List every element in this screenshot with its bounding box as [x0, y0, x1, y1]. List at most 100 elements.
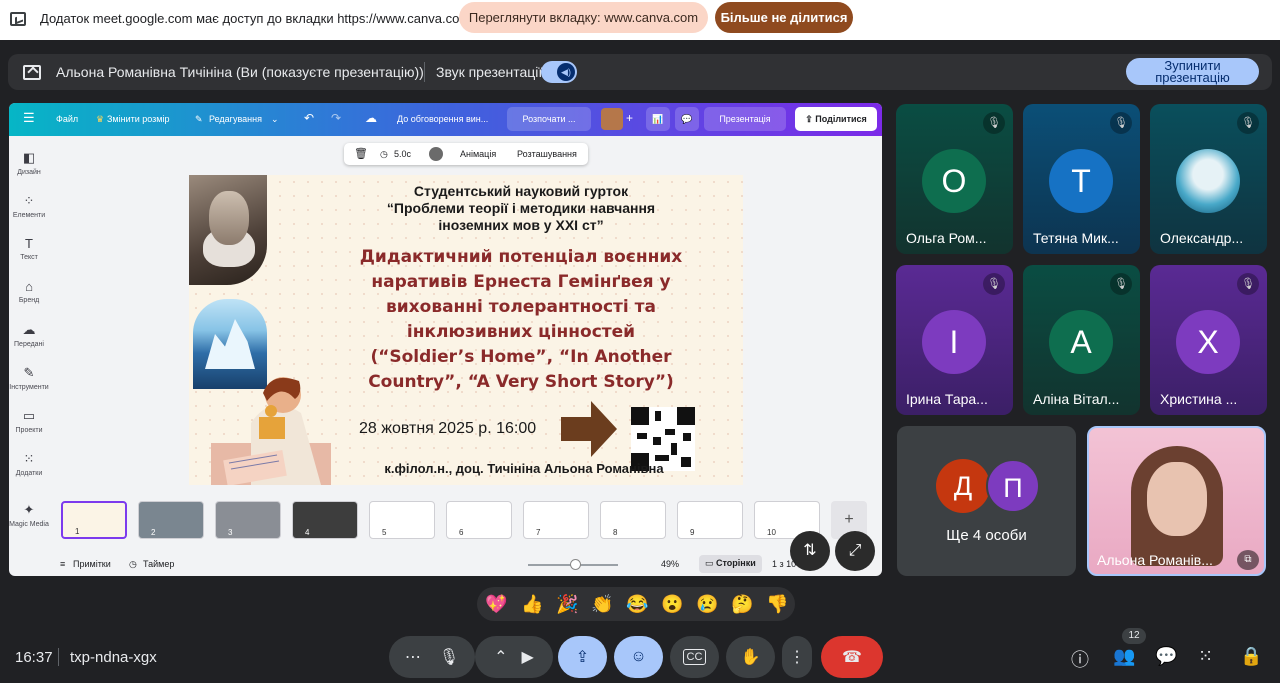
- sidebar-item-uploads[interactable]: ☁ Передані: [9, 322, 49, 348]
- self-view-tile[interactable]: Альона Романів... ⧉: [1087, 426, 1266, 576]
- self-face: [1147, 462, 1207, 536]
- participant-tile[interactable]: 🎙 А Аліна Вітал...: [1023, 265, 1140, 415]
- stop-sharing-button[interactable]: Більше не ділитися: [715, 2, 853, 33]
- duration-value[interactable]: 5.0с: [394, 149, 411, 159]
- hemingway-portrait: [189, 175, 267, 285]
- add-icon[interactable]: +: [626, 111, 633, 125]
- insights-icon[interactable]: 📊: [646, 107, 670, 131]
- reaction-thumbs-up[interactable]: 👍: [521, 593, 543, 615]
- participant-tile[interactable]: 🎙 Олександр...: [1150, 104, 1267, 254]
- thumbnail-slide[interactable]: 6: [446, 501, 512, 539]
- participant-tile[interactable]: 🎙 О Ольга Ром...: [896, 104, 1013, 254]
- captions-button[interactable]: CC: [670, 636, 719, 678]
- thumbnail-slide[interactable]: 3: [215, 501, 281, 539]
- reaction-party[interactable]: 🎉: [556, 593, 578, 615]
- slide-canvas[interactable]: Студентський науковий гурток “Проблеми т…: [189, 175, 743, 485]
- animation-button[interactable]: Анімація: [460, 149, 496, 159]
- slide-title-line-5: (“Soldier’s Home”, “In Another: [370, 347, 672, 367]
- menu-icon[interactable]: ☰: [23, 110, 35, 126]
- color-swatch[interactable]: [429, 147, 443, 161]
- participant-tile[interactable]: 🎙 І Ірина Тара...: [896, 265, 1013, 415]
- comments-icon[interactable]: 💬: [675, 107, 699, 131]
- slide-header-line-1: Студентський науковий гурток: [413, 183, 629, 199]
- chevron-up-icon[interactable]: ⌃: [494, 647, 507, 667]
- reaction-surprised[interactable]: 😮: [661, 593, 683, 615]
- sidebar-item-brand[interactable]: ⌂ Бренд: [9, 279, 49, 304]
- slide-title-line-2: наративів Ернеста Гемінґвея у: [371, 272, 671, 292]
- start-trial-button[interactable]: Розпочати ...: [507, 107, 591, 131]
- zoom-value: 49%: [661, 559, 680, 569]
- canva-bottom-bar: ≡ Примітки ◷ Таймер 49% ▭ Сторінки 1 з 1…: [9, 554, 882, 576]
- more-audio-icon[interactable]: ⋯: [405, 647, 421, 667]
- microphone-icon[interactable]: 🎙: [439, 647, 459, 667]
- divider: [58, 648, 59, 666]
- thumbnail-slide[interactable]: 9: [677, 501, 743, 539]
- sidebar-item-tools[interactable]: ✎ Інструменти: [9, 365, 49, 391]
- reaction-joy[interactable]: 😂: [626, 593, 648, 615]
- leave-call-button[interactable]: ☎: [821, 636, 883, 678]
- thumbnail-slide[interactable]: 7: [523, 501, 589, 539]
- collaborator-avatar[interactable]: [601, 108, 623, 130]
- sidebar-item-projects[interactable]: ▭ Проекти: [9, 408, 49, 434]
- chat-icon[interactable]: 💬: [1155, 646, 1177, 667]
- reaction-clap[interactable]: 👏: [591, 593, 613, 615]
- resize-menu[interactable]: Змінити розмір: [107, 114, 170, 124]
- thumbnail-slide[interactable]: 5: [369, 501, 435, 539]
- share-button[interactable]: ⇪ Поділитися: [795, 107, 877, 131]
- captions-icon: CC: [682, 649, 707, 665]
- participant-tile[interactable]: 🎙 Х Христина ...: [1150, 265, 1267, 415]
- thumbnail-slide[interactable]: 1: [61, 501, 127, 539]
- notes-button[interactable]: Примітки: [73, 559, 111, 569]
- thumbnail-slide[interactable]: 8: [600, 501, 666, 539]
- view-tab-button[interactable]: Переглянути вкладку: www.canva.com: [459, 2, 708, 33]
- more-options-button[interactable]: ⋮: [782, 636, 812, 678]
- doc-title[interactable]: До обговорення вин...: [397, 114, 488, 124]
- file-menu[interactable]: Файл: [56, 114, 78, 124]
- stop-presenting-button[interactable]: Зупинити презентацію: [1126, 58, 1259, 85]
- slide-date: 28 жовтня 2025 р. 16:00: [359, 420, 537, 437]
- raise-hand-button[interactable]: ✋: [726, 636, 775, 678]
- sidebar-item-text[interactable]: T Текст: [9, 236, 49, 261]
- sidebar-item-elements[interactable]: ⁘ Елементи: [9, 193, 49, 219]
- thumbnail-slide[interactable]: 2: [138, 501, 204, 539]
- redo-icon[interactable]: ↷: [331, 111, 341, 125]
- picture-in-picture-icon[interactable]: ⧉: [1237, 550, 1259, 570]
- slide-header-line-2: “Проблеми теорії і методики навчання: [386, 200, 656, 216]
- timer-button[interactable]: Таймер: [143, 559, 174, 569]
- info-icon[interactable]: ⓘ: [1071, 646, 1089, 672]
- canva-sidebar: ◧ Дизайн ⁘ Елементи T Текст ⌂ Бренд ☁ Передан…: [9, 136, 49, 536]
- design-icon: ◧: [22, 150, 36, 165]
- sidebar-item-apps[interactable]: ⁙ Додатки: [9, 451, 49, 477]
- reactions-button[interactable]: ☺: [614, 636, 663, 678]
- trash-icon[interactable]: 🗑: [354, 147, 368, 160]
- meeting-code[interactable]: txp-ndna-xgx: [70, 649, 157, 666]
- more-people-tile[interactable]: Д П Ще 4 особи: [897, 426, 1076, 576]
- thumbnail-slide[interactable]: 4: [292, 501, 358, 539]
- camera-control[interactable]: ⌃ ▶: [475, 636, 553, 678]
- timer-icon: ◷: [129, 559, 137, 569]
- sidebar-item-design[interactable]: ◧ Дизайн: [9, 150, 49, 176]
- participant-tile[interactable]: 🎙 Т Тетяна Мик...: [1023, 104, 1140, 254]
- participant-name: Христина ...: [1160, 391, 1238, 407]
- presentation-audio-toggle[interactable]: ◀): [541, 61, 577, 83]
- pages-button[interactable]: ▭ Сторінки: [699, 555, 762, 573]
- reaction-thinking[interactable]: 🤔: [731, 593, 753, 615]
- reaction-sparkling-heart[interactable]: 💖: [485, 593, 507, 615]
- zoom-slider-handle[interactable]: [570, 559, 581, 570]
- undo-icon[interactable]: ↶: [304, 111, 314, 125]
- reaction-thumbs-down[interactable]: 👎: [766, 593, 788, 615]
- present-button[interactable]: Презентація: [704, 107, 786, 131]
- more-people-label: Ще 4 особи: [946, 527, 1027, 544]
- host-controls-icon[interactable]: 🔒: [1240, 646, 1262, 667]
- activities-icon[interactable]: ⁙: [1198, 646, 1213, 667]
- present-screen-button[interactable]: ⇪: [558, 636, 607, 678]
- position-button[interactable]: Розташування: [517, 149, 577, 159]
- camera-icon[interactable]: ▶: [522, 647, 534, 667]
- presenter-text: Альона Романівна Тичініна (Ви (показуєте…: [56, 64, 424, 80]
- sidebar-item-magic-media[interactable]: ✦ Magic Media: [9, 502, 49, 528]
- mic-control[interactable]: ⋯ 🎙: [389, 636, 475, 678]
- people-icon[interactable]: 👥: [1113, 646, 1135, 667]
- present-screen-icon: ⇪: [575, 649, 590, 666]
- edit-menu[interactable]: Редагування: [209, 114, 262, 124]
- reaction-sad[interactable]: 😢: [696, 593, 718, 615]
